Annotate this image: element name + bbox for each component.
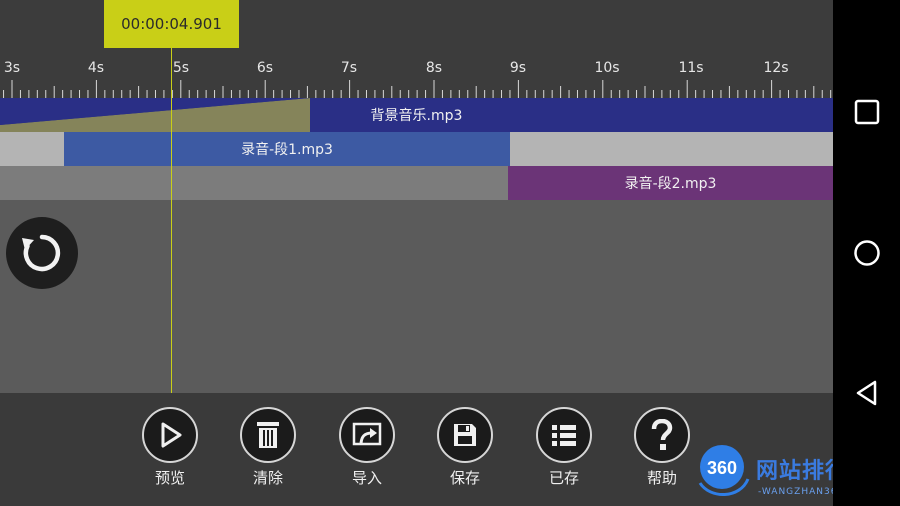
clip-recording-2[interactable]: 录音-段2.mp3 — [508, 166, 833, 200]
clear-label: 清除 — [252, 469, 283, 487]
trash-icon — [257, 422, 279, 448]
timeline-ruler[interactable]: 3s 4s 5s 6s 7s 8s 9s 10s 11s 12s — [0, 52, 833, 98]
preview-button[interactable]: 预览 — [135, 407, 205, 488]
list-icon — [552, 425, 576, 446]
save-label: 保存 — [449, 469, 480, 487]
work-area — [0, 200, 833, 393]
track-recording-1: 录音-段1.mp3 — [0, 132, 833, 166]
clear-button[interactable]: 清除 — [233, 407, 303, 488]
ruler-label: 4s — [87, 60, 105, 76]
playhead-line[interactable] — [171, 48, 172, 393]
clip-label: 录音-段1.mp3 — [241, 142, 333, 158]
ruler-label: 3s — [3, 60, 21, 76]
import-icon — [352, 422, 382, 446]
preview-label: 预览 — [154, 469, 185, 487]
help-label: 帮助 — [646, 469, 677, 487]
saved-files-button[interactable]: 已存 — [529, 407, 599, 488]
triangle-back-icon — [856, 380, 877, 406]
question-mark-icon — [651, 419, 673, 450]
recents-button[interactable] — [847, 92, 887, 132]
watermark-360-badge: 360 — [698, 445, 750, 496]
help-button[interactable]: 帮助 — [627, 407, 697, 488]
ruler-label: 9s — [509, 60, 527, 76]
back-button[interactable] — [847, 373, 887, 413]
play-icon — [161, 422, 182, 448]
square-icon — [854, 99, 880, 125]
clip-label: 背景音乐.mp3 — [370, 108, 463, 124]
system-navigation-bar — [833, 0, 900, 506]
playhead-time-badge[interactable]: 00:00:04.901 — [104, 0, 239, 48]
home-button[interactable] — [847, 233, 887, 273]
ruler-label: 7s — [340, 60, 358, 76]
import-label: 导入 — [351, 469, 382, 487]
clip-background-music[interactable]: 背景音乐.mp3 — [310, 98, 523, 132]
ruler-ticks — [3, 80, 832, 98]
ruler-label: 5s — [172, 60, 190, 76]
track-background-music: 背景音乐.mp3 — [0, 98, 833, 132]
fade-in-envelope[interactable] — [0, 98, 310, 132]
saved-label: 已存 — [548, 469, 579, 487]
watermark-badge-text: 360 — [707, 458, 737, 478]
audio-editor: 00:00:04.901 3s 4s 5s 6s 7s 8s 9s 10s 11… — [0, 0, 833, 506]
floppy-disk-icon — [454, 424, 476, 446]
save-button[interactable]: 保存 — [430, 407, 500, 488]
track-recording-2: 录音-段2.mp3 — [0, 166, 833, 200]
ruler-label: 11s — [678, 60, 704, 76]
clip-label: 录音-段2.mp3 — [624, 176, 717, 192]
clip-recording-1[interactable]: 录音-段1.mp3 — [64, 132, 510, 166]
import-button[interactable]: 导入 — [332, 407, 402, 488]
playhead-time: 00:00:04.901 — [121, 15, 222, 33]
ruler-label: 12s — [763, 60, 789, 76]
circle-icon — [854, 240, 880, 266]
ruler-label: 8s — [425, 60, 443, 76]
ruler-label: 10s — [594, 60, 620, 76]
undo-button[interactable] — [6, 217, 78, 289]
undo-icon — [22, 234, 61, 272]
ruler-label: 6s — [256, 60, 274, 76]
